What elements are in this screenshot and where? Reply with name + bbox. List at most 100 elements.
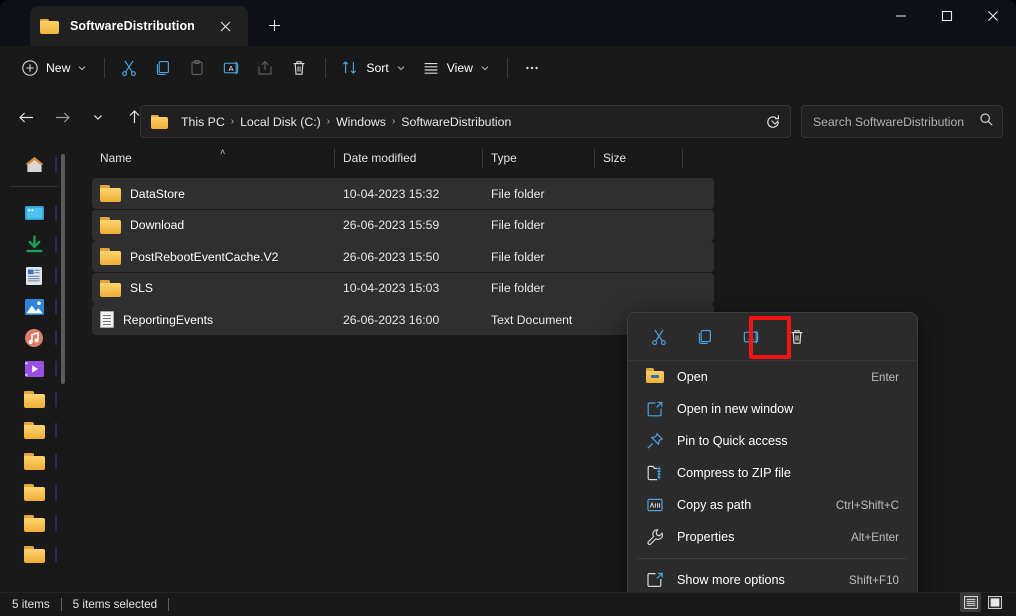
details-view-icon[interactable] (960, 592, 981, 612)
toolbar-divider (104, 58, 105, 78)
selection-marker (55, 516, 57, 531)
delete-button[interactable] (283, 52, 315, 84)
sidebar-item-folder-3[interactable] (9, 446, 59, 477)
context-menu-item-compress-to-zip[interactable]: Compress to ZIP file (632, 457, 913, 489)
more-options-icon (646, 571, 664, 589)
sidebar-item-folder-5[interactable] (9, 508, 59, 539)
search-box[interactable] (801, 105, 1003, 138)
column-header-date-modified[interactable]: Date modified (335, 144, 483, 172)
date-modified-cell: 10-04-2023 15:32 (343, 187, 491, 201)
sidebar-item-folder-4[interactable] (9, 477, 59, 508)
new-tab-button[interactable] (259, 11, 289, 39)
context-menu-item-open[interactable]: Open Enter (632, 361, 913, 393)
wrench-icon (646, 528, 664, 546)
sort-button[interactable]: Sort (334, 52, 412, 84)
sidebar-item-desktop[interactable] (9, 198, 59, 229)
file-explorer-window: SoftwareDistribution New (0, 0, 1016, 616)
type-cell: File folder (491, 281, 603, 295)
menu-item-label: Compress to ZIP file (677, 466, 886, 480)
refresh-icon[interactable] (757, 107, 789, 136)
pin-icon (646, 432, 664, 450)
menu-item-shortcut: Enter (871, 371, 899, 384)
cut-button[interactable] (113, 52, 145, 84)
column-header-type[interactable]: Type (483, 144, 595, 172)
context-menu-item-pin-to-quick-access[interactable]: Pin to Quick access (632, 425, 913, 457)
context-rename-button[interactable]: A (734, 320, 768, 354)
view-toggle-group (960, 590, 1008, 614)
sidebar-scrollbar[interactable] (61, 154, 65, 384)
recent-locations-button[interactable] (83, 102, 113, 132)
sidebar-item-pictures[interactable] (9, 291, 59, 322)
selection-marker (55, 206, 57, 221)
context-cut-button[interactable] (642, 320, 676, 354)
maximize-button[interactable] (924, 0, 970, 32)
folder-icon (24, 391, 45, 408)
rename-button[interactable]: A (215, 52, 247, 84)
address-bar[interactable]: This PC › Local Disk (C:) › Windows › So… (140, 105, 791, 138)
view-button[interactable]: View (415, 52, 497, 84)
table-row[interactable]: SLS 10-04-2023 15:03 File folder (92, 273, 714, 304)
more-options-button[interactable] (516, 52, 548, 84)
copy-button[interactable] (147, 52, 179, 84)
share-button[interactable] (249, 52, 281, 84)
chevron-down-icon (77, 63, 87, 73)
title-bar: SoftwareDistribution (0, 0, 1016, 46)
tab-softwaredistribution[interactable]: SoftwareDistribution (30, 6, 248, 46)
column-header-name[interactable]: Name ˄ (92, 144, 335, 172)
sidebar-item-home[interactable] (9, 149, 59, 180)
context-menu-item-open-in-new-window[interactable]: Open in new window (632, 393, 913, 425)
folder-icon (24, 422, 45, 439)
menu-item-shortcut: Shift+F10 (849, 574, 899, 587)
close-icon[interactable] (212, 13, 238, 39)
breadcrumb-softwaredistribution[interactable]: SoftwareDistribution (396, 111, 516, 133)
svg-text:A: A (748, 333, 754, 342)
column-label: Name (100, 151, 132, 165)
search-icon[interactable] (979, 112, 994, 132)
context-menu-icon-bar: A (628, 313, 917, 361)
status-divider (61, 598, 62, 611)
context-delete-button[interactable] (780, 320, 814, 354)
selection-marker (55, 454, 57, 469)
column-header-size[interactable]: Size (595, 144, 683, 172)
file-name-cell: Download (100, 217, 343, 234)
breadcrumb-this-pc[interactable]: This PC (176, 111, 230, 133)
sidebar-item-downloads[interactable] (9, 229, 59, 260)
sidebar-item-music[interactable] (9, 322, 59, 353)
folder-icon (24, 546, 45, 563)
sidebar-item-videos[interactable] (9, 353, 59, 384)
table-row[interactable]: DataStore 10-04-2023 15:32 File folder (92, 178, 714, 209)
folder-icon (24, 484, 45, 501)
table-row[interactable]: ReportingEvents 26-06-2023 16:00 Text Do… (92, 304, 714, 335)
breadcrumb-local-disk-c[interactable]: Local Disk (C:) (235, 111, 326, 133)
sidebar-item-folder-6[interactable] (9, 539, 59, 570)
search-input[interactable] (813, 115, 979, 129)
type-cell: File folder (491, 187, 603, 201)
table-row[interactable]: Download 26-06-2023 15:59 File folder (92, 210, 714, 241)
selection-marker (55, 299, 57, 314)
context-menu-item-properties[interactable]: Properties Alt+Enter (632, 521, 913, 553)
breadcrumb-windows[interactable]: Windows (331, 111, 391, 133)
close-window-button[interactable] (970, 0, 1016, 32)
new-button[interactable]: New (14, 52, 94, 84)
sidebar-item-folder-2[interactable] (9, 415, 59, 446)
large-icons-view-icon[interactable] (984, 592, 1005, 612)
paste-button[interactable] (181, 52, 213, 84)
minimize-button[interactable] (878, 0, 924, 32)
folder-icon (100, 217, 121, 234)
context-menu[interactable]: A Open Enter Open in new window Pin to Q… (627, 312, 918, 602)
type-cell: File folder (491, 250, 603, 264)
navigation-sidebar[interactable] (0, 144, 68, 592)
file-name-cell: PostRebootEventCache.V2 (100, 248, 343, 265)
item-count-label: 5 items (12, 598, 50, 611)
forward-button[interactable] (47, 102, 77, 132)
table-row[interactable]: PostRebootEventCache.V2 26-06-2023 15:50… (92, 241, 714, 272)
context-copy-button[interactable] (688, 320, 722, 354)
back-button[interactable] (11, 102, 41, 132)
chevron-down-icon (480, 63, 490, 73)
file-name: PostRebootEventCache.V2 (130, 250, 278, 264)
sidebar-item-documents[interactable] (9, 260, 59, 291)
column-label: Type (491, 151, 517, 165)
menu-item-shortcut: Alt+Enter (851, 531, 899, 544)
sidebar-item-folder-1[interactable] (9, 384, 59, 415)
context-menu-item-copy-as-path[interactable]: Copy as path Ctrl+Shift+C (632, 489, 913, 521)
